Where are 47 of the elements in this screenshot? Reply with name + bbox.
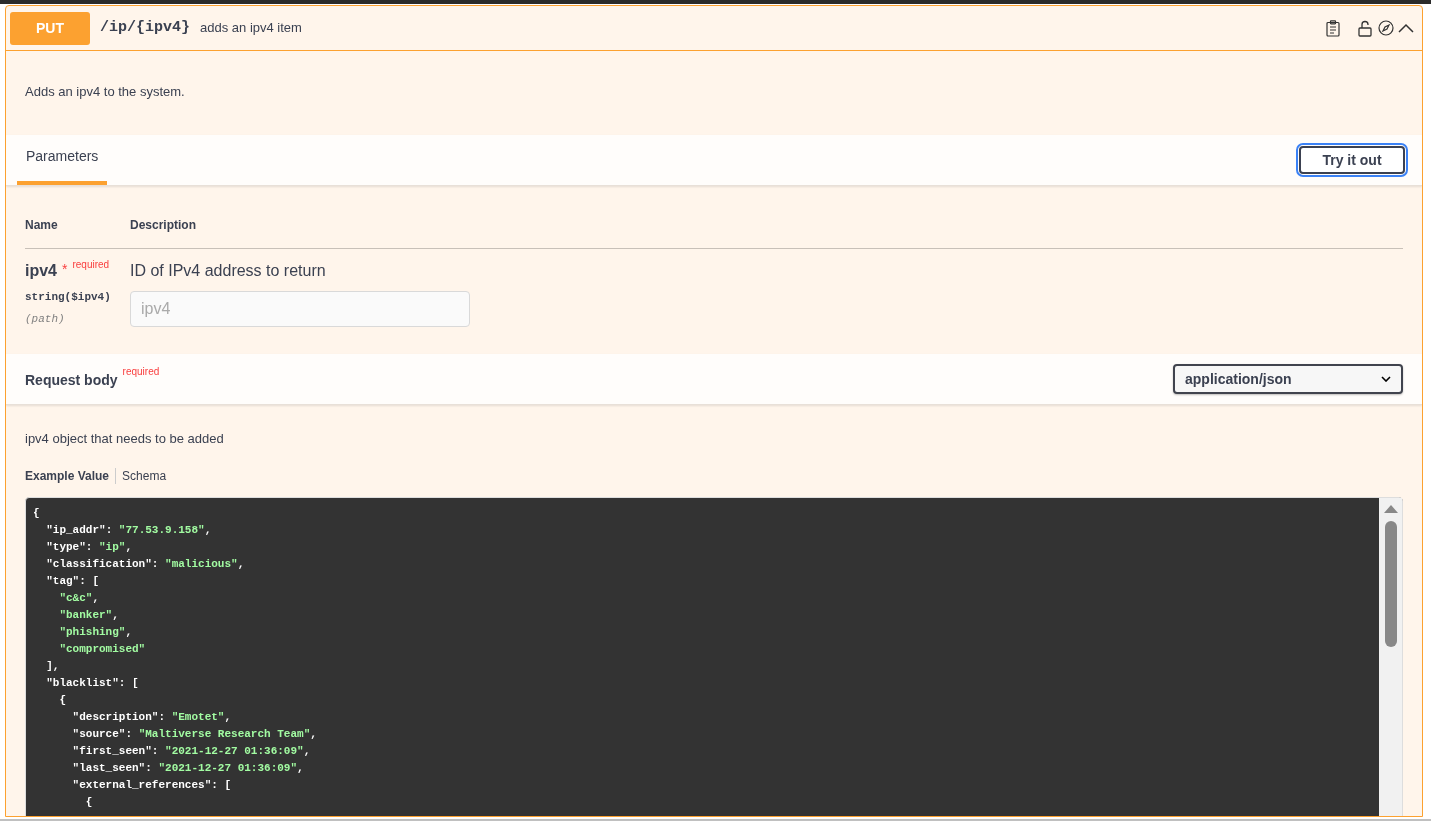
- code-line: "type": "ip",: [45, 539, 133, 555]
- code-line: "phishing",: [58, 624, 133, 640]
- content-type-dropdown[interactable]: application/json: [1173, 364, 1403, 394]
- request-body-description: ipv4 object that needs to be added: [25, 430, 225, 448]
- scrollbar-thumb[interactable]: [1384, 520, 1397, 647]
- endpoint-path: /ip/{ipv4}: [100, 17, 190, 38]
- request-body-title: Request body: [25, 370, 118, 390]
- scrollbar-track[interactable]: [1379, 497, 1402, 816]
- compass-icon[interactable]: [1378, 20, 1394, 36]
- code-line: "ip_addr": "77.53.9.158",: [45, 522, 212, 538]
- unlocked-padlock-icon[interactable]: [1358, 19, 1372, 37]
- code-line: "first_seen": "2021-12-27 01:36:09",: [71, 743, 311, 759]
- required-asterisk: *: [62, 260, 68, 279]
- code-line: {: [33, 505, 40, 521]
- operation-description: Adds an ipv4 to the system.: [25, 83, 186, 101]
- code-line: ],: [45, 658, 60, 674]
- scroll-up-arrow-icon[interactable]: [1383, 503, 1398, 514]
- ipv4-input-field[interactable]: ipv4: [130, 291, 470, 327]
- example-view-tab[interactable]: Example Value: [25, 466, 110, 485]
- code-line: {: [84, 794, 93, 810]
- code-line: "compromised": [58, 641, 146, 657]
- code-line: {: [58, 692, 66, 708]
- required-label: required: [72, 258, 110, 272]
- parameter-location: (path): [25, 311, 66, 327]
- collapse-chevron-icon[interactable]: [1398, 23, 1414, 33]
- example-view-tab[interactable]: Schema: [122, 466, 167, 485]
- parameter-description: ID of IPv4 address to return: [130, 261, 327, 281]
- column-header: Description: [130, 217, 196, 234]
- parameters-tab[interactable]: Parameters: [17, 146, 108, 185]
- caret-icon: [1381, 376, 1391, 382]
- parameter-type: string($ipv4): [25, 290, 112, 305]
- clipboard-icon[interactable]: [1326, 19, 1340, 37]
- try-it-out-button[interactable]: Try it out: [1299, 146, 1405, 174]
- parameter-name: ipv4: [25, 261, 57, 281]
- code-line: "c&c",: [58, 590, 100, 606]
- code-line: "tag": [: [45, 573, 100, 589]
- code-line: "last_seen": "2021-12-27 01:36:09",: [71, 760, 304, 776]
- code-line: "description": "Emotet",: [71, 709, 232, 725]
- code-line: "banker",: [58, 607, 119, 623]
- code-line: "blacklist": [: [45, 675, 139, 691]
- column-header: Name: [25, 217, 59, 234]
- method-badge: PUT: [10, 11, 90, 45]
- code-line: "external_references": [: [71, 777, 232, 793]
- required-label: required: [122, 364, 160, 379]
- endpoint-summary: adds an ipv4 item: [200, 19, 302, 38]
- code-line: "source": "Maltiverse Research Team",: [71, 726, 317, 742]
- code-line: "classification": "malicious",: [45, 556, 245, 572]
